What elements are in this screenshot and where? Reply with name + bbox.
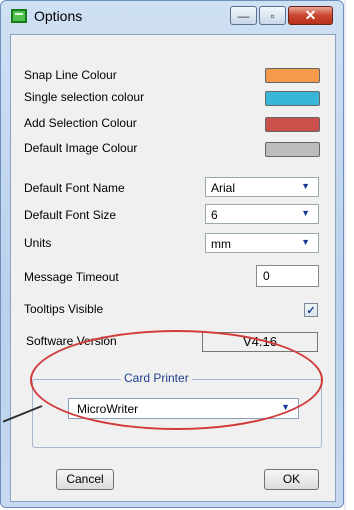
default-image-colour-label: Default Image Colour <box>24 141 138 155</box>
options-window: Options — ▫ ✕ Snap Line Colour Single se… <box>0 0 344 508</box>
default-font-name-label: Default Font Name <box>24 181 125 195</box>
options-panel: Snap Line Colour Single selection colour… <box>10 34 336 502</box>
chevron-down-icon: ▼ <box>301 181 310 191</box>
message-timeout-input[interactable]: 0 <box>256 265 319 287</box>
single-selection-colour-swatch[interactable] <box>265 91 320 106</box>
title-bar[interactable]: Options — ▫ ✕ <box>1 1 343 35</box>
add-selection-colour-label: Add Selection Colour <box>24 116 137 130</box>
background-line <box>344 0 346 510</box>
close-icon: ✕ <box>304 7 317 23</box>
units-label: Units <box>24 236 52 250</box>
default-font-name-select[interactable]: Arial ▼ <box>205 177 319 197</box>
single-selection-colour-label: Single selection colour <box>24 90 145 104</box>
units-value: mm <box>211 237 231 251</box>
units-select[interactable]: mm ▼ <box>205 233 319 253</box>
chevron-down-icon: ▼ <box>301 237 310 247</box>
app-icon <box>11 9 27 23</box>
cancel-button[interactable]: Cancel <box>56 469 114 490</box>
maximize-icon: ▫ <box>270 8 275 23</box>
minimize-icon: — <box>237 8 250 23</box>
default-image-colour-swatch[interactable] <box>265 142 320 157</box>
snap-line-colour-swatch[interactable] <box>265 68 320 83</box>
snap-line-colour-label: Snap Line Colour <box>24 68 117 82</box>
ok-button[interactable]: OK <box>264 469 319 490</box>
window-title: Options <box>34 8 83 24</box>
default-font-size-label: Default Font Size <box>24 208 117 222</box>
tooltips-visible-checkbox[interactable]: ✓ <box>304 303 318 317</box>
default-font-size-value: 6 <box>211 208 218 222</box>
close-button[interactable]: ✕ <box>288 6 333 25</box>
minimize-button[interactable]: — <box>230 6 257 25</box>
tooltips-visible-label: Tooltips Visible <box>24 302 104 316</box>
highlight-ellipse <box>30 330 323 430</box>
default-font-size-select[interactable]: 6 ▼ <box>205 204 319 224</box>
chevron-down-icon: ▼ <box>301 208 310 218</box>
message-timeout-label: Message Timeout <box>24 270 119 284</box>
maximize-button[interactable]: ▫ <box>259 6 286 25</box>
message-timeout-value: 0 <box>263 269 270 283</box>
default-font-name-value: Arial <box>211 181 236 195</box>
add-selection-colour-swatch[interactable] <box>265 117 320 132</box>
checkmark-icon: ✓ <box>306 304 316 317</box>
